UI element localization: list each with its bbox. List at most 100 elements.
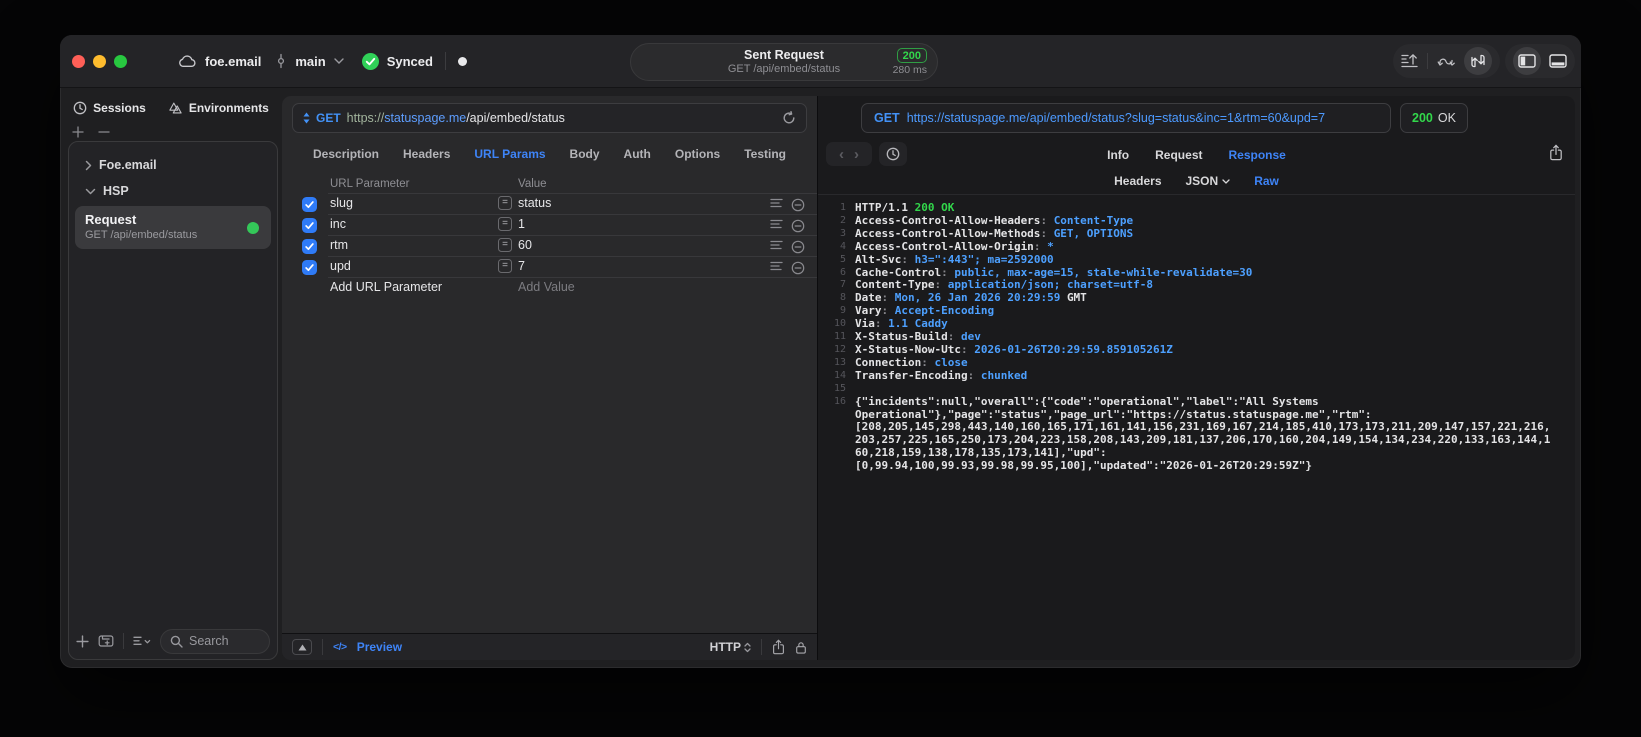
tab-environments[interactable]: Environments <box>168 101 269 115</box>
param-value[interactable]: 7 <box>518 259 525 273</box>
line-number: 10 <box>833 318 846 330</box>
export-response-icon[interactable] <box>1549 144 1563 161</box>
expand-panel-button[interactable] <box>292 639 312 655</box>
sent-request-status-pill[interactable]: Sent Request GET /api/embed/status 200 2… <box>630 43 938 81</box>
param-description-icon[interactable] <box>770 240 783 254</box>
value-type-icon[interactable]: = <box>498 217 512 231</box>
response-tabs: Info Request Response <box>818 142 1575 168</box>
rewrite-loops-icon[interactable] <box>1436 54 1456 68</box>
remove-session-button[interactable] <box>98 126 110 138</box>
http-mode-selector[interactable]: HTTP <box>710 640 751 654</box>
remove-param-icon[interactable] <box>791 198 805 212</box>
param-checkbox[interactable] <box>302 197 317 212</box>
param-name[interactable]: upd <box>330 259 351 273</box>
clock-icon <box>73 101 87 115</box>
share-icon[interactable] <box>772 639 785 655</box>
response-body[interactable]: 1 HTTP/1.1 200 OK 2 Access-Control-Allow-He… <box>818 195 1575 660</box>
tree-item-hsp[interactable]: HSP <box>75 178 271 204</box>
view-tab-raw[interactable]: Raw <box>1254 174 1279 188</box>
lock-icon[interactable] <box>795 640 807 655</box>
line-number: 6 <box>839 266 846 278</box>
value-type-icon[interactable]: = <box>498 196 512 210</box>
param-name[interactable]: slug <box>330 196 353 210</box>
sessions-label: Sessions <box>93 101 146 115</box>
tab-description[interactable]: Description <box>313 147 379 161</box>
param-value[interactable]: 1 <box>518 217 525 231</box>
tab-testing[interactable]: Testing <box>744 147 786 161</box>
request-duration: 280 ms <box>892 64 927 76</box>
sent-request-title: Sent Request <box>744 48 824 62</box>
remove-param-icon[interactable] <box>791 219 805 233</box>
chevron-down-icon[interactable] <box>85 188 96 195</box>
tab-request[interactable]: Request <box>1155 148 1202 162</box>
request-footer-bar: </> Preview HTTP <box>282 633 817 660</box>
param-description-icon[interactable] <box>770 261 783 275</box>
add-item-button[interactable] <box>76 634 89 648</box>
view-tab-headers[interactable]: Headers <box>1114 174 1161 188</box>
tab-body[interactable]: Body <box>570 147 600 161</box>
branch-icon <box>275 53 287 69</box>
response-status-code: 200 <box>1412 111 1433 125</box>
chevron-down-icon[interactable] <box>334 58 344 64</box>
project-name[interactable]: foe.email <box>205 54 261 69</box>
param-value[interactable]: status <box>518 196 551 210</box>
request-url[interactable]: https://statuspage.me/api/embed/status <box>347 111 565 125</box>
method-selector-icon[interactable] <box>303 112 310 124</box>
value-type-icon[interactable]: = <box>498 259 512 273</box>
request-method[interactable]: GET <box>316 111 341 125</box>
add-param-row[interactable]: Add URL Parameter Add Value <box>282 278 817 300</box>
search-placeholder: Search <box>189 634 229 648</box>
refresh-icon[interactable] <box>782 111 796 125</box>
tab-options[interactable]: Options <box>675 147 720 161</box>
code-text: Transfer-Encoding: chunked <box>855 368 1028 382</box>
toggle-bottom-panel-icon[interactable] <box>1549 54 1567 68</box>
param-value[interactable]: 60 <box>518 238 532 252</box>
param-checkbox[interactable] <box>302 239 317 254</box>
sent-request-subtitle: GET /api/embed/status <box>727 63 841 75</box>
param-checkbox[interactable] <box>302 218 317 233</box>
search-input[interactable]: Search <box>160 628 270 654</box>
add-value-placeholder[interactable]: Add Value <box>518 280 575 294</box>
sidebar-item-request[interactable]: Request GET /api/embed/status <box>75 206 271 249</box>
chevron-right-icon[interactable] <box>85 160 92 171</box>
tab-sessions[interactable]: Sessions <box>73 101 146 115</box>
titlebar-divider <box>444 52 446 70</box>
view-tab-json[interactable]: JSON <box>1186 174 1231 188</box>
line-number: 7 <box>839 279 846 291</box>
param-description-icon[interactable] <box>770 198 783 212</box>
sort-list-icon[interactable] <box>133 636 151 646</box>
add-param-placeholder[interactable]: Add URL Parameter <box>330 280 442 294</box>
remove-param-icon[interactable] <box>791 261 805 275</box>
param-name[interactable]: rtm <box>330 238 348 252</box>
sidebar-bottom-divider <box>123 633 124 649</box>
remove-param-icon[interactable] <box>791 240 805 254</box>
tab-url-params[interactable]: URL Params <box>474 147 545 161</box>
repeat-request-icon[interactable] <box>1464 47 1492 75</box>
response-url-pill[interactable]: GET https://statuspage.me/api/embed/stat… <box>861 103 1391 133</box>
tab-info[interactable]: Info <box>1107 148 1129 162</box>
search-icon <box>170 635 183 648</box>
line-number: 12 <box>833 343 846 355</box>
request-url-bar[interactable]: GET https://statuspage.me/api/embed/stat… <box>292 103 807 133</box>
param-description-icon[interactable] <box>770 219 783 233</box>
export-lines-icon[interactable] <box>1401 53 1419 69</box>
tab-response[interactable]: Response <box>1228 148 1285 162</box>
zoom-window-button[interactable] <box>114 55 127 68</box>
param-name[interactable]: inc <box>330 217 346 231</box>
tab-auth[interactable]: Auth <box>624 147 651 161</box>
add-session-button[interactable] <box>72 126 84 138</box>
value-type-icon[interactable]: = <box>498 238 512 252</box>
new-folder-icon[interactable] <box>98 634 114 648</box>
param-checkbox[interactable] <box>302 260 317 275</box>
preview-button[interactable]: Preview <box>357 640 402 654</box>
tab-headers[interactable]: Headers <box>403 147 450 161</box>
branch-name[interactable]: main <box>295 54 325 69</box>
close-window-button[interactable] <box>72 55 85 68</box>
view-tab-label: Raw <box>1254 174 1279 188</box>
view-tab-label: Headers <box>1114 174 1162 188</box>
line-number: 8 <box>839 292 846 304</box>
tree-item-foe-email[interactable]: Foe.email <box>75 152 271 178</box>
response-panel: GET https://statuspage.me/api/embed/stat… <box>817 96 1575 660</box>
toggle-left-sidebar-icon[interactable] <box>1513 47 1541 75</box>
minimize-window-button[interactable] <box>93 55 106 68</box>
